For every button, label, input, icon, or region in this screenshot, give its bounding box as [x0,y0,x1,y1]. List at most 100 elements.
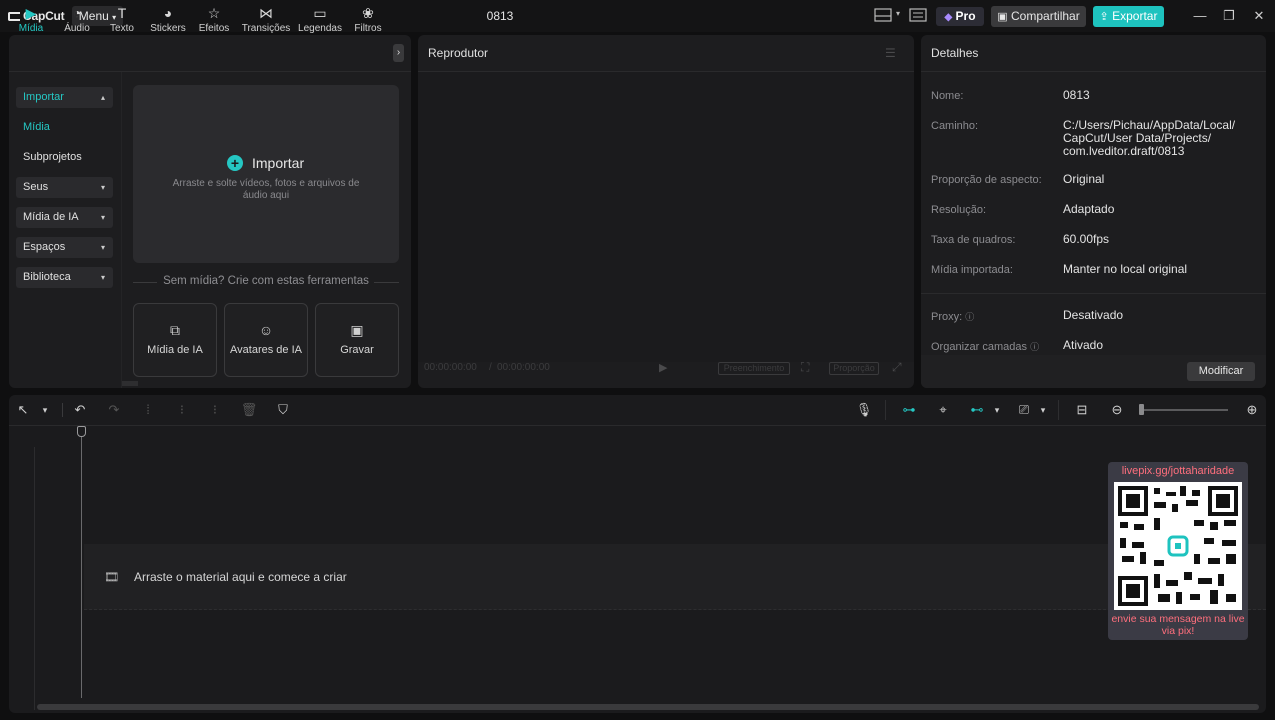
sidebar-item-media[interactable]: Mídia [16,117,113,138]
fill-mode-button[interactable]: Preenchimento [718,362,790,375]
fit-timeline-icon[interactable]: ⊟ [1073,401,1091,419]
time-separator: / [489,362,492,373]
shield-icon[interactable]: ⛉ [274,401,292,419]
captions-icon: ▭ [313,5,327,21]
crop-frame-icon[interactable]: ⛶ [801,360,809,375]
minimize-icon[interactable]: — [1192,8,1208,24]
text-icon: T [117,5,127,21]
chevron-down-icon[interactable]: ▾ [36,401,54,419]
chevron-down-icon[interactable]: ▾ [988,401,1006,419]
ai-media-tool-card[interactable]: ⧉ Mídia de IA [133,303,217,377]
aspect-ratio-button[interactable]: Proporção [829,362,879,375]
link-clips-icon[interactable]: ⊶ [900,401,918,419]
tab-captions[interactable]: ▭ Legendas [296,5,344,34]
filters-icon: ❀ [362,5,374,21]
layout-icon[interactable] [874,8,892,22]
import-title[interactable]: Importar [252,155,304,171]
tab-audio[interactable]: ◔ Áudio [54,5,100,34]
path-line: com.lveditor.draft/0813 [1063,144,1185,158]
hamburger-menu-icon[interactable]: ☰ [885,46,899,60]
export-button[interactable]: ⇪ Exportar [1093,6,1164,27]
redo-icon[interactable]: ↷ [105,401,123,419]
restore-icon[interactable]: ❐ [1221,8,1237,24]
tabs-scroll-right-icon[interactable]: › [393,44,404,62]
chevron-down-icon[interactable]: ▾ [1034,401,1052,419]
record-tool-card[interactable]: ▣ Gravar [315,303,399,377]
toolbar-separator [1058,400,1059,420]
detail-label-name: Nome: [931,90,964,102]
undo-icon[interactable]: ↶ [71,401,89,419]
media-scrollbar[interactable] [122,381,138,386]
magnet-link-icon[interactable]: ⊷ [968,401,986,419]
detail-value-framerate: 60.00fps [1063,232,1110,246]
zoom-slider[interactable] [1140,409,1228,411]
keyboard-shortcuts-icon[interactable] [909,8,927,22]
ai-avatar-icon: ☺ [258,322,274,338]
playhead-handle[interactable] [77,426,86,437]
sidebar-item-import[interactable]: Importar ▴ [16,87,113,108]
sidebar-item-label: Mídia de IA [23,211,79,223]
import-hint: Arraste e solte vídeos, fotos e arquivos… [172,178,360,201]
sidebar-item-yours[interactable]: Seus ▾ [16,177,113,198]
chevron-down-icon: ▾ [100,213,105,222]
detail-label-proxy: Proxy: ⓘ [931,310,974,323]
player-canvas[interactable] [418,72,914,362]
tab-text[interactable]: T Texto [99,5,145,34]
detail-label-layers: Organizar camadas ⓘ [931,340,1039,353]
tab-label: Filtros [354,23,382,34]
snap-icon[interactable]: ⌖ [934,401,952,419]
tab-transitions[interactable]: ⋈ Transições [241,5,291,34]
microphone-icon[interactable]: 🎙 [855,401,873,419]
tab-label: Mídia [18,23,44,34]
split-icon[interactable]: ⁞ [139,401,157,419]
timeline-left-rule [34,447,35,710]
split-right-icon[interactable]: ⁝ [206,401,224,419]
tab-effects[interactable]: ☆ Efeitos [191,5,237,34]
sidebar-item-subprojects[interactable]: Subprojetos [16,147,113,168]
pro-button[interactable]: ◆ Pro [936,7,984,26]
tab-label: Efeitos [198,23,230,34]
tab-stickers[interactable]: ◕ Stickers [145,5,191,34]
pro-label: Pro [955,9,976,23]
sidebar-item-spaces[interactable]: Espaços ▾ [16,237,113,258]
import-drop-zone[interactable] [133,85,399,263]
detail-value-imported-media: Manter no local original [1063,262,1188,276]
zoom-out-icon[interactable]: ⊖ [1108,401,1126,419]
diamond-icon: ◆ [944,12,953,23]
select-cursor-icon[interactable]: ↖ [14,401,32,419]
sidebar-item-library[interactable]: Biblioteca ▾ [16,267,113,288]
livepix-message: envie sua mensagem na live via pix! [1111,613,1245,637]
zoom-slider-handle[interactable] [1139,404,1145,415]
share-button[interactable]: ▣ Compartilhar [991,6,1086,27]
ai-avatars-tool-card[interactable]: ☺ Avatares de IA [224,303,308,377]
detail-value-path: C:/Users/Pichau/AppData/Local/ CapCut/Us… [1063,119,1235,158]
divider-line [133,282,157,283]
split-left-icon[interactable]: ⁝ [173,401,191,419]
sidebar-divider [121,72,122,388]
camera-icon: ▣ [350,322,364,338]
info-icon[interactable]: ⓘ [1030,342,1039,352]
info-icon[interactable]: ⓘ [965,312,974,322]
chevron-down-icon: ▾ [100,273,105,282]
sidebar-item-label: Biblioteca [23,271,71,283]
close-icon[interactable]: ✕ [1251,8,1267,24]
plus-icon[interactable]: + [227,155,243,171]
delete-icon[interactable]: 🗑 [240,401,258,419]
timeline-drop-hint: Arraste o material aqui e comece a criar [134,570,347,584]
preview-axis-icon[interactable]: ⎚ [1015,401,1033,419]
tab-filters[interactable]: ❀ Filtros [345,5,391,34]
timeline-scrollbar[interactable] [37,704,1259,710]
layout-chevron-icon[interactable]: ▾ [896,9,900,18]
detail-value-proxy: Desativado [1063,308,1124,322]
detail-label-framerate: Taxa de quadros: [931,234,1016,246]
modify-button[interactable]: Modificar [1187,362,1255,381]
tab-label: Stickers [150,23,186,34]
share-icon: ▣ [997,11,1008,23]
tab-media[interactable]: ▶ Mídia [8,5,54,34]
label-text: Organizar camadas [931,341,1027,353]
play-icon[interactable]: ▶ [659,361,667,374]
fullscreen-icon[interactable]: ⤢ [892,360,902,375]
zoom-in-icon[interactable]: ⊕ [1243,401,1261,419]
playhead-line[interactable] [81,436,82,698]
sidebar-item-ai-media[interactable]: Mídia de IA ▾ [16,207,113,228]
